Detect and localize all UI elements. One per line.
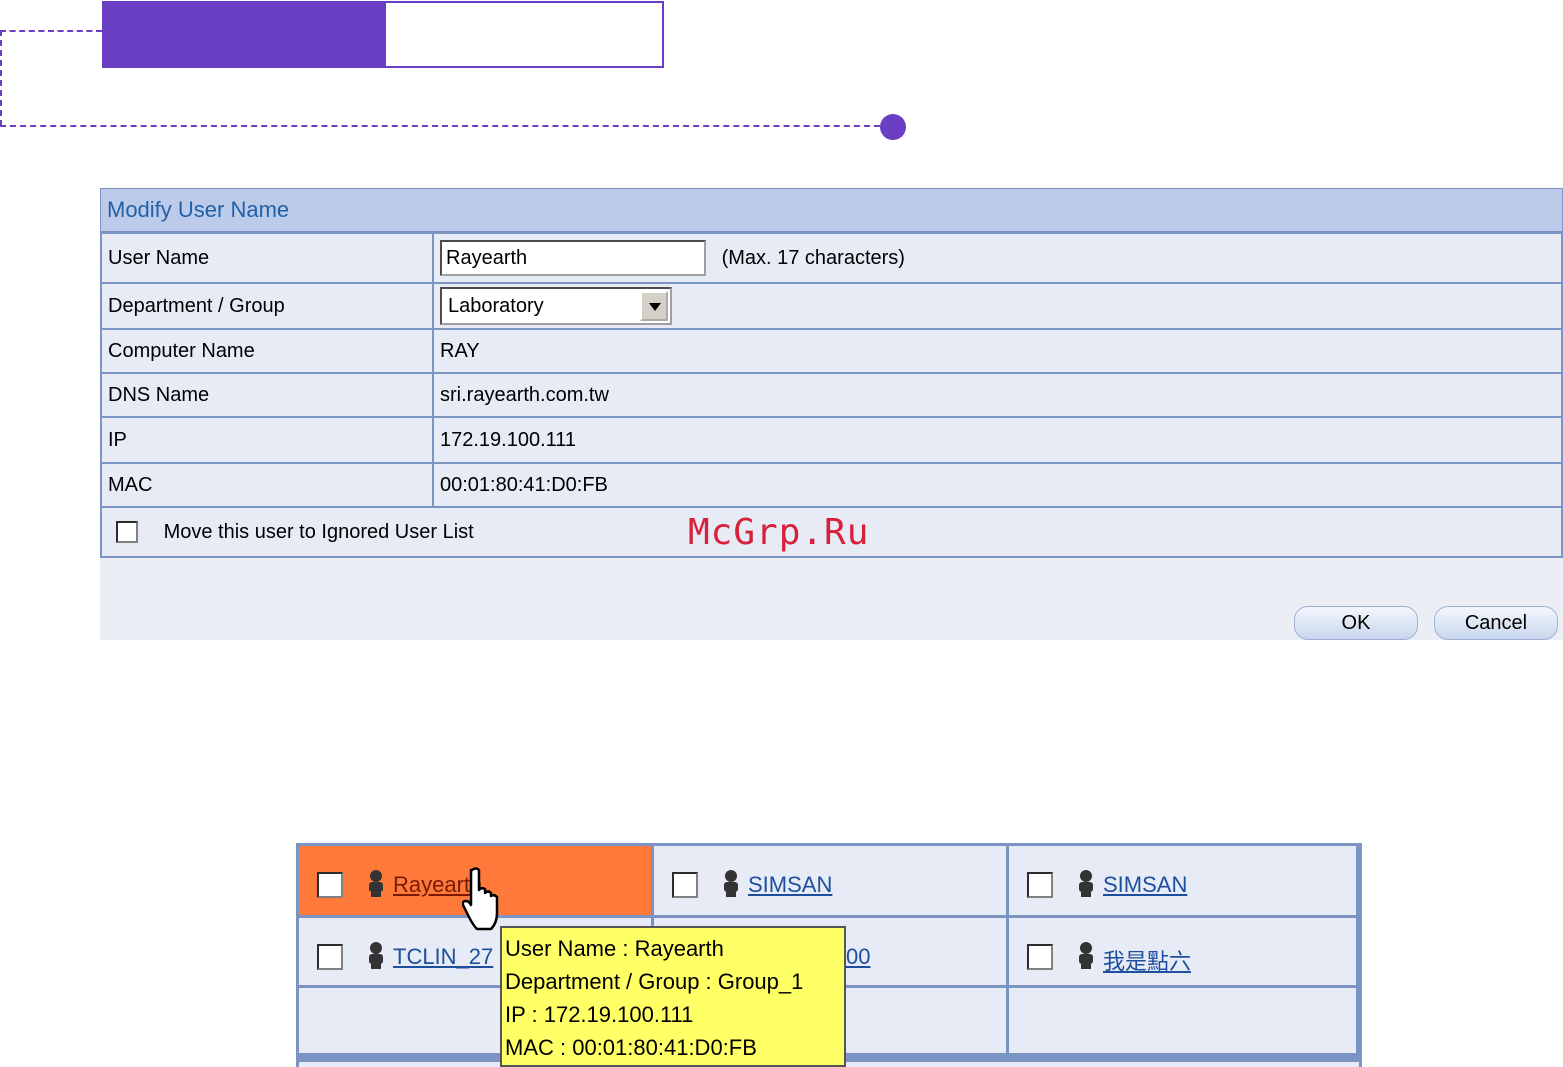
user-name-hint: (Max. 17 characters)	[721, 246, 905, 269]
decorative-dot	[880, 114, 906, 140]
user-cell[interactable]: SIMSAN	[1009, 846, 1359, 918]
move-ignored-label: Move this user to Ignored User List	[163, 520, 474, 543]
dns-name-label: DNS Name	[100, 372, 434, 418]
computer-name-label: Computer Name	[100, 328, 434, 374]
user-checkbox[interactable]	[317, 872, 343, 898]
decorative-dashed-line	[0, 30, 102, 32]
department-cell: Laboratory	[432, 282, 1563, 330]
user-link[interactable]: TCLIN_27	[393, 944, 493, 970]
user-cell[interactable]: 我是點六	[1009, 918, 1359, 988]
user-link[interactable]: SIMSAN	[748, 872, 832, 898]
ok-button[interactable]: OK	[1294, 606, 1418, 640]
cancel-button[interactable]: Cancel	[1434, 606, 1558, 640]
user-cell[interactable]: SIMSAN	[654, 846, 1009, 918]
user-link[interactable]: 00	[846, 944, 870, 970]
form-row-department: Department / Group Laboratory	[100, 282, 1563, 330]
dns-name-value: sri.rayearth.com.tw	[432, 372, 1563, 418]
form-row-user-name: User Name (Max. 17 characters)	[100, 232, 1563, 284]
tooltip-department: Department / Group : Group_1	[505, 969, 804, 994]
form-row-dns-name: DNS Name sri.rayearth.com.tw	[100, 372, 1563, 418]
user-checkbox[interactable]	[1027, 944, 1053, 970]
computer-name-value: RAY	[432, 328, 1563, 374]
user-name-label: User Name	[100, 232, 434, 284]
user-checkbox[interactable]	[672, 872, 698, 898]
department-selected-value: Laboratory	[448, 295, 544, 317]
form-row-ip: IP 172.19.100.111	[100, 416, 1563, 464]
tooltip-mac: MAC : 00:01:80:41:D0:FB	[505, 1035, 757, 1060]
form-row-mac: MAC 00:01:80:41:D0:FB	[100, 462, 1563, 508]
ip-label: IP	[100, 416, 434, 464]
user-link[interactable]: 我是點六	[1103, 944, 1191, 976]
header-title-box	[102, 1, 664, 68]
modify-user-dialog: Modify User Name User Name (Max. 17 char…	[100, 188, 1563, 640]
user-icon	[369, 870, 383, 897]
mac-value: 00:01:80:41:D0:FB	[432, 462, 1563, 508]
user-icon	[724, 870, 738, 897]
user-form-table: User Name (Max. 17 characters) Departmen…	[100, 232, 1563, 558]
user-icon	[1079, 870, 1093, 897]
dialog-title: Modify User Name	[100, 188, 1563, 232]
user-name-input[interactable]	[440, 240, 706, 276]
decorative-dashed-line	[0, 125, 890, 127]
chevron-down-icon[interactable]	[640, 291, 668, 321]
department-label: Department / Group	[100, 282, 434, 330]
user-checkbox[interactable]	[317, 944, 343, 970]
user-link[interactable]: SIMSAN	[1103, 872, 1187, 898]
user-icon	[369, 942, 383, 969]
user-checkbox[interactable]	[1027, 872, 1053, 898]
ip-value: 172.19.100.111	[432, 416, 1563, 464]
decorative-dashed-line	[0, 30, 2, 126]
empty-user-cell	[1009, 988, 1359, 1056]
user-tooltip: User Name : Rayearth Department / Group …	[500, 926, 846, 1067]
hand-cursor-icon	[462, 867, 499, 931]
tooltip-ip: IP : 172.19.100.111	[505, 1002, 694, 1027]
move-ignored-checkbox[interactable]	[116, 521, 138, 544]
tooltip-user-name: User Name : Rayearth	[505, 936, 724, 961]
watermark: McGrp.Ru	[688, 512, 870, 553]
header-title-fill	[104, 3, 386, 66]
mac-label: MAC	[100, 462, 434, 508]
user-icon	[1079, 942, 1093, 969]
department-select[interactable]: Laboratory	[440, 287, 672, 325]
user-name-cell: (Max. 17 characters)	[432, 232, 1563, 284]
form-row-computer-name: Computer Name RAY	[100, 328, 1563, 374]
